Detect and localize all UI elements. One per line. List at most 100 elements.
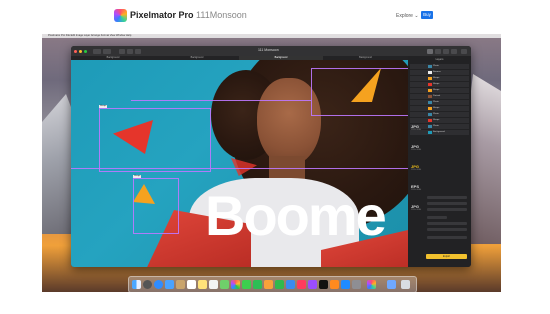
format-size: 1920×1080 xyxy=(411,169,422,171)
smart-guide-horizontal-2 xyxy=(131,100,311,101)
podcasts-icon[interactable] xyxy=(308,279,317,289)
document-title: 111 Monsoon xyxy=(258,48,279,52)
reminders-icon[interactable] xyxy=(209,279,218,289)
layer-thumbnail xyxy=(428,94,432,99)
layer-name: Shape xyxy=(433,89,440,91)
export-option-field[interactable] xyxy=(427,222,467,225)
share-button[interactable] xyxy=(127,48,133,54)
notes-icon[interactable] xyxy=(198,279,207,289)
layer-row[interactable]: Shape xyxy=(410,88,469,93)
layer-name: Portrait xyxy=(433,95,441,97)
layer-thumbnail xyxy=(428,118,432,123)
layers-panel-title: Layers xyxy=(435,58,444,61)
site-header: Pixelmator Pro 111Monsoon Explore ⌄ Buy xyxy=(0,0,550,34)
pixelmator-logo-icon[interactable] xyxy=(114,9,127,22)
layer-name: Shape xyxy=(433,83,440,85)
layer-row[interactable]: Photo xyxy=(410,112,469,117)
export-option-field[interactable] xyxy=(427,202,467,205)
boomer-text-layer[interactable]: Boome xyxy=(205,188,387,244)
buy-button[interactable]: Buy xyxy=(421,11,433,19)
zoom-window-icon[interactable] xyxy=(84,49,87,53)
mac-desktop: Pixelmator Pro File Edit Image Layer Arr… xyxy=(42,34,501,292)
format-size: 1920×1080 xyxy=(411,129,422,131)
layer-row[interactable]: Photo xyxy=(410,64,469,69)
menubar-items[interactable]: Pixelmator Pro File Edit Image Layer Arr… xyxy=(48,34,131,38)
minimize-window-icon[interactable] xyxy=(79,49,82,53)
mail-icon[interactable] xyxy=(165,279,174,289)
layer-name: Photo xyxy=(433,101,439,103)
keynote-icon[interactable] xyxy=(286,279,295,289)
layer-row[interactable]: Shape xyxy=(410,118,469,123)
facetime-icon[interactable] xyxy=(253,279,262,289)
maps-icon[interactable] xyxy=(220,279,229,289)
layer-thumbnail xyxy=(428,88,432,93)
selection-guide-3 xyxy=(133,178,179,234)
layer-thumbnail xyxy=(428,124,432,129)
brand-title[interactable]: Pixelmator Pro 111Monsoon xyxy=(130,10,247,20)
smart-guide-horizontal xyxy=(71,168,408,169)
downloads-icon[interactable] xyxy=(387,279,396,289)
export-toolbar-button[interactable] xyxy=(135,48,141,54)
pixelmator-icon[interactable] xyxy=(367,279,376,289)
color-tab-button[interactable] xyxy=(443,48,449,54)
pixelmator-window: 111 Monsoon Background Background Backgr… xyxy=(71,46,471,267)
layer-thumbnail xyxy=(428,106,432,111)
layer-row[interactable]: Portrait xyxy=(410,94,469,99)
layer-name: Background xyxy=(433,131,445,133)
layers-tab-button[interactable] xyxy=(461,48,467,54)
layer-name: Shape xyxy=(433,119,440,121)
books-icon[interactable] xyxy=(330,279,339,289)
layer-thumbnail xyxy=(428,112,432,117)
zoom-button[interactable] xyxy=(103,48,111,54)
trash-icon[interactable] xyxy=(401,279,410,289)
export-option-field[interactable] xyxy=(427,236,467,239)
guide-label-1: Shape xyxy=(99,105,108,108)
export-option-field[interactable] xyxy=(427,196,467,199)
contacts-icon[interactable] xyxy=(176,279,185,289)
layer-row[interactable]: Photo xyxy=(410,100,469,105)
layer-row[interactable]: Boomer xyxy=(410,70,469,75)
export-option-field[interactable] xyxy=(427,228,467,231)
finder-icon[interactable] xyxy=(132,279,141,289)
layer-name: Photo xyxy=(433,65,439,67)
photos-icon[interactable] xyxy=(231,279,240,289)
close-window-icon[interactable] xyxy=(74,49,77,53)
export-option-field[interactable] xyxy=(427,216,447,219)
layer-row[interactable]: Shape xyxy=(410,106,469,111)
mac-menubar: Pixelmator Pro File Edit Image Layer Arr… xyxy=(42,34,501,38)
layer-name: Boomer xyxy=(433,71,441,73)
launchpad-icon[interactable] xyxy=(143,279,152,289)
safari-icon[interactable] xyxy=(154,279,163,289)
explore-menu[interactable]: Explore ⌄ xyxy=(396,13,419,19)
selection-guide-2 xyxy=(311,68,408,116)
effects-tab-button[interactable] xyxy=(451,48,457,54)
numbers-icon[interactable] xyxy=(275,279,284,289)
brand-name: Pixelmator Pro xyxy=(130,10,194,20)
arrange-button[interactable] xyxy=(119,48,125,54)
layer-thumbnail xyxy=(428,76,432,81)
layer-row[interactable]: Shape xyxy=(410,82,469,87)
calendar-icon[interactable] xyxy=(187,279,196,289)
layer-thumbnail xyxy=(428,100,432,105)
export-button[interactable]: Export xyxy=(426,254,467,259)
layer-name: Shape xyxy=(433,107,440,109)
layer-row[interactable]: Shape xyxy=(410,76,469,81)
image-canvas[interactable]: Boome Shape Shape xyxy=(71,60,408,267)
settings-icon[interactable] xyxy=(352,279,361,289)
sidebar-toggle-button[interactable] xyxy=(93,48,101,54)
format-tab-button[interactable] xyxy=(427,48,433,54)
music-icon[interactable] xyxy=(297,279,306,289)
right-sidebar: Layers Photo Boomer Shape Shape Shape Po… xyxy=(408,56,471,267)
tv-icon[interactable] xyxy=(319,279,328,289)
format-size: 1920×1080 xyxy=(411,149,422,151)
selection-guide-1 xyxy=(99,108,211,172)
layer-thumbnail xyxy=(428,70,432,75)
layer-name: Shape xyxy=(433,77,440,79)
appstore-icon[interactable] xyxy=(341,279,350,289)
format-size: 1920×1080 xyxy=(411,209,422,211)
messages-icon[interactable] xyxy=(242,279,251,289)
export-option-field[interactable] xyxy=(427,208,467,211)
mac-dock xyxy=(128,276,417,292)
pages-icon[interactable] xyxy=(264,279,273,289)
tools-tab-button[interactable] xyxy=(435,48,441,54)
